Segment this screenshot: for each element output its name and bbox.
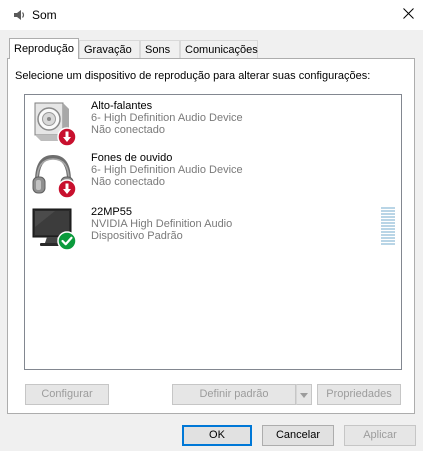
device-status: Não conectado (91, 124, 165, 136)
device-list[interactable]: Alto-falantes 6- High Definition Audio D… (24, 94, 402, 370)
device-item-22mp55[interactable]: 22MP55 NVIDIA High Definition Audio Disp… (31, 205, 395, 253)
device-description: 6- High Definition Audio Device (91, 164, 243, 176)
device-item-alto-falantes[interactable]: Alto-falantes 6- High Definition Audio D… (31, 99, 395, 147)
device-description: 6- High Definition Audio Device (91, 112, 243, 124)
speaker-app-icon (12, 8, 26, 22)
instruction-text: Selecione um dispositivo de reprodução p… (15, 70, 371, 82)
device-item-fones-de-ouvido[interactable]: Fones de ouvido 6- High Definition Audio… (31, 151, 395, 199)
cancel-button[interactable]: Cancelar (262, 425, 334, 446)
set-default-button[interactable]: Definir padrão (172, 384, 296, 405)
device-name: Alto-falantes (91, 100, 153, 112)
apply-button[interactable]: Aplicar (344, 425, 416, 446)
properties-button[interactable]: Propriedades (317, 384, 401, 405)
volume-level-meter (381, 207, 395, 246)
tab-sons[interactable]: Sons (140, 40, 180, 58)
device-description: NVIDIA High Definition Audio (91, 218, 233, 230)
disconnected-arrow-icon (57, 179, 77, 199)
device-name: 22MP55 (91, 206, 132, 218)
ok-button[interactable]: OK (182, 425, 252, 446)
device-status: Dispositivo Padrão (91, 230, 183, 242)
close-button[interactable] (393, 0, 423, 30)
tab-gravacao[interactable]: Gravação (79, 40, 140, 58)
set-default-dropdown-button[interactable] (296, 384, 312, 405)
configure-button[interactable]: Configurar (25, 384, 109, 405)
window-title: Som (32, 8, 57, 22)
tab-comunicacoes[interactable]: Comunicações (180, 40, 258, 58)
tab-reproducao[interactable]: Reprodução (9, 38, 79, 59)
default-check-icon (57, 231, 77, 251)
device-status: Não conectado (91, 176, 165, 188)
device-name: Fones de ouvido (91, 152, 173, 164)
close-icon (402, 8, 414, 22)
title-bar: Som (0, 0, 423, 30)
chevron-down-icon (300, 389, 308, 401)
disconnected-arrow-icon (57, 127, 77, 147)
